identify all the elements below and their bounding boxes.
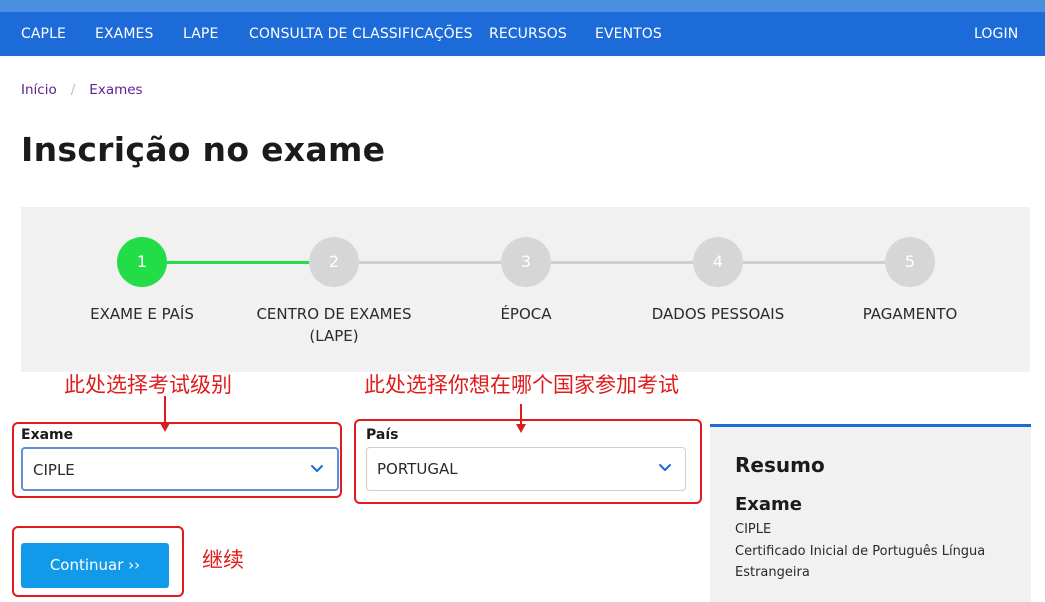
continue-button[interactable]: Continuar ›› [21, 543, 169, 588]
country-annotation-text: 此处选择你想在哪个国家参加考试 [364, 373, 679, 397]
summary-exam-name-line1: Certificado Inicial de Português Língua [735, 544, 986, 559]
step-3-label: ÉPOCA [500, 305, 552, 323]
step-4-label: DADOS PESSOAIS [651, 305, 785, 323]
nav-caple[interactable]: CAPLE [21, 12, 66, 56]
step-4-circle: 4 [693, 237, 743, 287]
breadcrumb-current[interactable]: Exames [89, 82, 142, 98]
breadcrumb-home[interactable]: Início [21, 82, 57, 98]
nav-lape[interactable]: LAPE [183, 12, 218, 56]
progress-stepper: 1 2 3 4 5 EXAME E PAÍS CENTRO DE EXAMES … [21, 207, 1030, 372]
step-3-circle: 3 [501, 237, 551, 287]
country-select-value: PORTUGAL [377, 460, 458, 478]
step-5-circle: 5 [885, 237, 935, 287]
country-select[interactable]: PORTUGAL [366, 447, 686, 491]
step-2-label-line1: CENTRO DE EXAMES [256, 305, 412, 323]
summary-panel: Resumo Exame CIPLE Certificado Inicial d… [710, 424, 1031, 602]
country-field-label: País [366, 427, 399, 443]
summary-exam-code: CIPLE [735, 522, 772, 537]
chevron-down-icon [311, 465, 323, 472]
nav-exames[interactable]: EXAMES [95, 12, 153, 56]
nav-eventos[interactable]: EVENTOS [595, 12, 662, 56]
exam-annotation-arrow [164, 396, 166, 423]
step-connector-completed [167, 261, 329, 264]
breadcrumb: Início / Exames [21, 82, 143, 98]
exam-select-value: CIPLE [33, 461, 75, 479]
login-link[interactable]: LOGIN [974, 12, 1018, 56]
top-strip [0, 0, 1045, 12]
summary-title: Resumo [735, 453, 825, 477]
summary-exam-heading: Exame [735, 494, 803, 515]
nav-consulta-de-classificacoes[interactable]: CONSULTA DE CLASSIFICAÇÕES [249, 12, 473, 56]
step-2-label: CENTRO DE EXAMES (LAPE) [244, 303, 424, 347]
step-5-label: PAGAMENTO [862, 305, 958, 323]
continue-annotation-text: 继续 [202, 548, 244, 572]
step-1-label: EXAME E PAÍS [90, 305, 194, 323]
exam-field-label: Exame [21, 427, 74, 443]
page-title: Inscrição no exame [21, 130, 386, 169]
summary-exam-name-line2: Estrangeira [735, 565, 810, 580]
step-connector-pending [359, 261, 889, 264]
nav-recursos[interactable]: RECURSOS [489, 12, 567, 56]
step-1-circle: 1 [117, 237, 167, 287]
step-2-circle: 2 [309, 237, 359, 287]
chevron-down-icon [659, 464, 671, 471]
top-navbar: CAPLE EXAMES LAPE CONSULTA DE CLASSIFICA… [0, 12, 1045, 56]
step-2-label-line2: (LAPE) [309, 327, 359, 345]
exam-annotation-text: 此处选择考试级别 [64, 373, 232, 397]
breadcrumb-separator: / [70, 82, 76, 98]
exam-select[interactable]: CIPLE [21, 447, 339, 491]
